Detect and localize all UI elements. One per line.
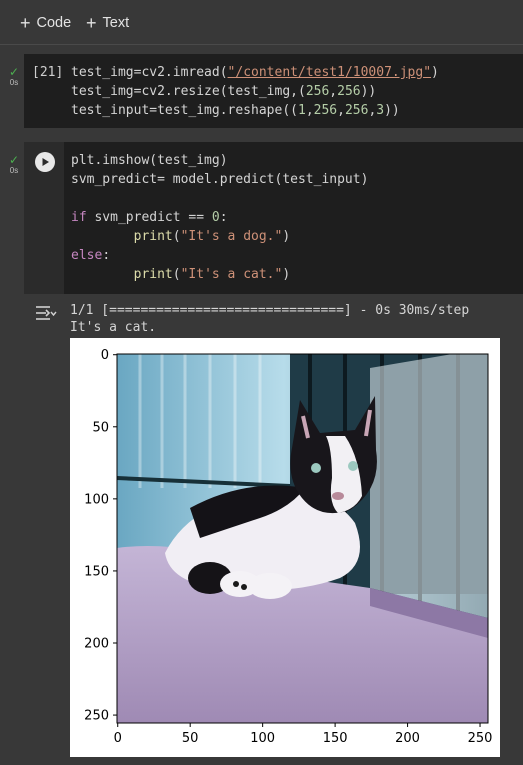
output-toggle-button[interactable] [35,305,57,326]
x-tick-label: 200 [395,731,420,746]
code-line: test_img=cv2.resize(test_img,(256,256)) [71,84,377,99]
code-line: plt.imshow(test_img) [71,153,228,168]
plus-icon: + [86,13,97,33]
prediction-output: It's a cat. [70,320,157,335]
code-line: print("It's a cat.") [133,267,291,282]
x-tick-label: 150 [323,731,348,746]
x-tick-label: 100 [250,731,275,746]
run-cell-button[interactable] [35,152,55,172]
execution-time: 0s [9,166,19,175]
code-line: else: [71,248,111,263]
code-line: svm_predict= model.predict(test_input) [71,172,369,187]
add-code-label: Code [36,15,72,31]
check-icon: ✓ [8,65,20,79]
play-icon [42,158,49,166]
code-line: test_input=test_img.reshape((1,256,256,3… [71,103,400,118]
y-tick-label: 0 [101,348,109,363]
x-tick-label: 50 [182,731,199,746]
add-text-button[interactable]: + Text [86,13,129,33]
plus-icon: + [20,13,31,33]
imshow-plot: 0 50 100 150 200 250 0 50 100 150 200 250 [84,348,493,746]
run-gutter [24,142,64,294]
x-tick-label: 250 [468,731,493,746]
y-tick-label: 250 [84,709,109,724]
add-code-button[interactable]: + Code [20,13,71,33]
imshow-figure: 0 50 100 150 200 250 0 50 100 150 200 250 [70,338,500,757]
x-axis: 0 50 100 150 200 250 [114,723,493,746]
execution-count: [21] [32,65,64,80]
y-tick-label: 200 [84,637,109,652]
notebook-toolbar: + Code + Text [0,0,523,45]
execution-time: 0s [9,78,19,87]
x-tick-label: 0 [114,731,122,746]
code-line: test_img=cv2.imread("/content/test1/1000… [71,65,439,80]
code-line: print("It's a dog.") [133,229,291,244]
y-tick-label: 150 [84,564,109,579]
check-icon: ✓ [8,153,20,167]
y-tick-label: 100 [84,492,109,507]
cat-photo [117,354,488,723]
code-editor[interactable]: plt.imshow(test_img) svm_predict= model.… [64,142,523,294]
y-axis: 0 50 100 150 200 250 [84,348,117,724]
y-tick-label: 50 [92,420,109,435]
progress-output: 1/1 [==============================] - 0… [70,303,470,318]
add-text-label: Text [102,15,130,31]
output-menu-icon [36,306,57,320]
code-line [71,189,368,208]
cell-status: ✓ 0s [6,66,22,87]
code-line: if svm_predict == 0: [71,210,228,225]
cell-status: ✓ 0s [6,154,22,175]
code-cell-1[interactable]: ✓ 0s [21] test_img=cv2.imread("/content/… [0,54,523,128]
code-editor[interactable]: [21] test_img=cv2.imread("/content/test1… [24,54,523,128]
